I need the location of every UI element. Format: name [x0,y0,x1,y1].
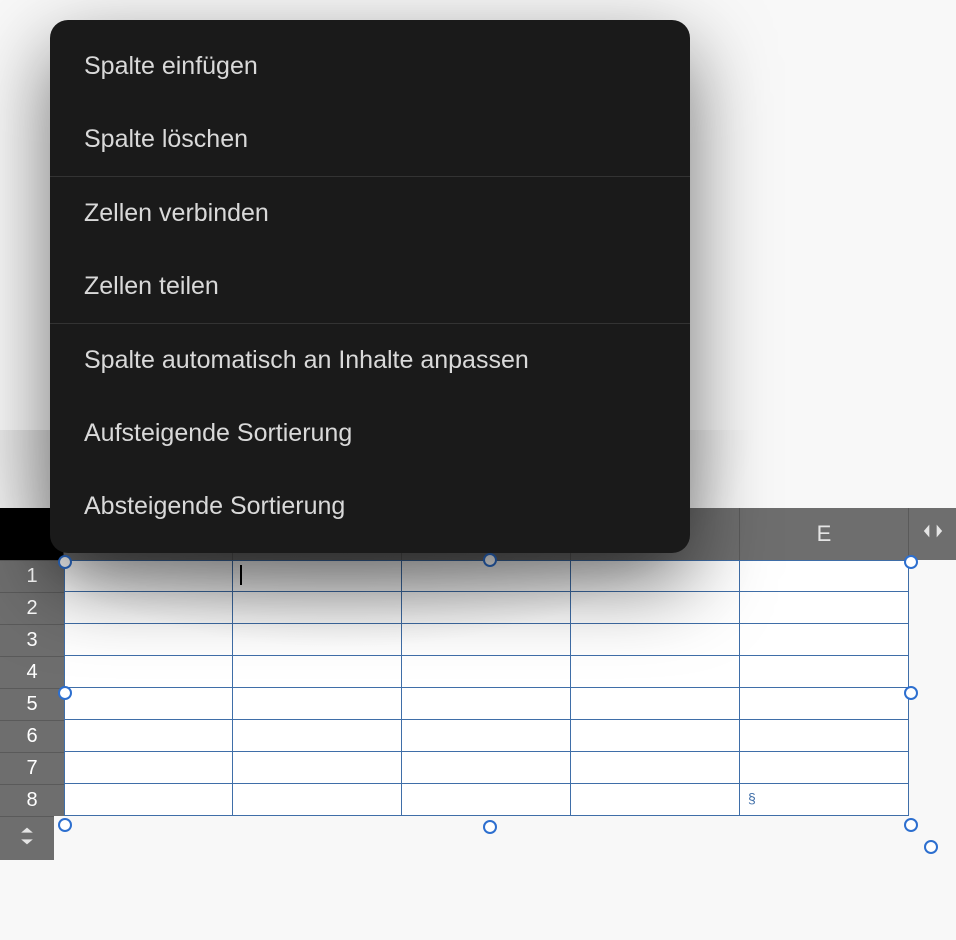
menu-item-split-cells[interactable]: Zellen teilen [50,250,690,323]
cell-c6[interactable] [402,720,571,752]
table-row: 8 [0,784,956,816]
menu-item-insert-column[interactable]: Spalte einfügen [50,30,690,103]
cell-d8[interactable] [571,784,740,816]
add-column-button[interactable] [909,508,956,560]
row-header-label: 6 [26,725,37,748]
row-header-label: 1 [26,565,37,588]
cell-d2[interactable] [571,592,740,624]
menu-item-sort-ascending[interactable]: Aufsteigende Sortierung [50,397,690,470]
menu-item-label: Spalte automatisch an Inhalte anpassen [84,346,529,374]
table-row: 1 [0,560,956,592]
cell-e1[interactable] [740,560,909,592]
menu-item-merge-cells[interactable]: Zellen verbinden [50,177,690,250]
cell-c8[interactable] [402,784,571,816]
cell-b5[interactable] [233,688,402,720]
row-header-8[interactable]: 8 [0,784,64,816]
text-cursor [240,565,242,585]
cell-a7[interactable] [64,752,233,784]
menu-item-sort-descending[interactable]: Absteigende Sortierung [50,470,690,543]
column-header-e[interactable]: E [740,508,909,560]
row-header-label: 5 [26,693,37,716]
table-row: 2 [0,592,956,624]
selection-handle-bottom-right[interactable] [904,818,918,832]
cell-d5[interactable] [571,688,740,720]
table-row: 3 [0,624,956,656]
selection-handle-top-middle[interactable] [483,553,497,567]
row-header-1[interactable]: 1 [0,560,64,592]
cell-d3[interactable] [571,624,740,656]
cell-a4[interactable] [64,656,233,688]
add-row-icon [17,826,37,852]
cell-a2[interactable] [64,592,233,624]
row-header-label: 2 [26,597,37,620]
menu-item-label: Zellen verbinden [84,199,269,227]
cell-a3[interactable] [64,624,233,656]
cell-e8[interactable] [740,784,909,816]
selection-handle-top-left[interactable] [58,555,72,569]
selection-handle-bottom-left[interactable] [58,818,72,832]
table-row: 4 [0,656,956,688]
selection-handle-left-middle[interactable] [58,686,72,700]
cell-d4[interactable] [571,656,740,688]
table-resize-handle[interactable] [924,840,938,854]
cell-d1[interactable] [571,560,740,592]
table-row: 6 [0,720,956,752]
row-header-3[interactable]: 3 [0,624,64,656]
row-header-4[interactable]: 4 [0,656,64,688]
cell-c2[interactable] [402,592,571,624]
cell-b1[interactable] [233,560,402,592]
row-header-label: 7 [26,757,37,780]
row-header-label: 8 [26,789,37,812]
menu-item-label: Spalte löschen [84,125,248,153]
cell-e7[interactable] [740,752,909,784]
cell-c3[interactable] [402,624,571,656]
spreadsheet: E 1 2 3 4 [0,508,956,860]
cell-a1[interactable] [64,560,233,592]
selection-handle-top-right[interactable] [904,555,918,569]
selection-handle-bottom-middle[interactable] [483,820,497,834]
menu-item-label: Aufsteigende Sortierung [84,419,352,447]
cell-c7[interactable] [402,752,571,784]
menu-item-label: Zellen teilen [84,272,219,300]
add-column-icon [922,520,944,548]
cell-d6[interactable] [571,720,740,752]
cell-e2[interactable] [740,592,909,624]
cell-e8-text: § [748,790,756,806]
menu-item-label: Absteigende Sortierung [84,492,345,520]
menu-item-autofit-column[interactable]: Spalte automatisch an Inhalte anpassen [50,324,690,397]
cell-a5[interactable] [64,688,233,720]
menu-item-label: Spalte einfügen [84,52,258,80]
table-row: 7 [0,752,956,784]
context-menu: Spalte einfügen Spalte löschen Zellen ve… [50,20,690,553]
cell-e3[interactable] [740,624,909,656]
row-header-7[interactable]: 7 [0,752,64,784]
cell-b6[interactable] [233,720,402,752]
cell-b7[interactable] [233,752,402,784]
row-header-6[interactable]: 6 [0,720,64,752]
cell-e5[interactable] [740,688,909,720]
selection-handle-right-middle[interactable] [904,686,918,700]
cell-c4[interactable] [402,656,571,688]
cell-e6[interactable] [740,720,909,752]
row-header-label: 4 [26,661,37,684]
cell-e8-content: § [748,790,756,806]
cell-e4[interactable] [740,656,909,688]
cell-b2[interactable] [233,592,402,624]
row-header-5[interactable]: 5 [0,688,64,720]
cell-b8[interactable] [233,784,402,816]
add-row-button[interactable] [0,816,956,860]
cell-b3[interactable] [233,624,402,656]
menu-item-delete-column[interactable]: Spalte löschen [50,103,690,176]
table-row: 5 [0,688,956,720]
cell-a8[interactable] [64,784,233,816]
cell-a6[interactable] [64,720,233,752]
cell-d7[interactable] [571,752,740,784]
column-header-e-label: E [817,521,832,547]
cell-c5[interactable] [402,688,571,720]
row-header-label: 3 [26,629,37,652]
row-header-2[interactable]: 2 [0,592,64,624]
cell-b4[interactable] [233,656,402,688]
